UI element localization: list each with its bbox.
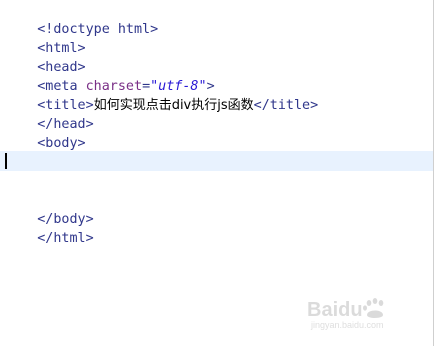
code-line-head-close[interactable]: </head> — [5, 96, 93, 132]
baidu-paw-icon: Baidu jingyan.baidu.com — [307, 298, 384, 330]
body-open-token: <body> — [37, 136, 86, 151]
current-line-highlight — [0, 151, 433, 171]
code-line-html-open[interactable]: <html> — [5, 20, 85, 56]
watermark-brand-text: Baidu — [307, 299, 363, 321]
title-close-token: </title> — [253, 98, 319, 113]
code-line-html-close[interactable]: </html> — [5, 210, 93, 246]
watermark-subtitle-text: jingyan.baidu.com — [310, 320, 384, 330]
code-editor[interactable]: <!doctype html> <html> <head> <meta char… — [0, 0, 434, 346]
baidu-watermark-logo: Baidu jingyan.baidu.com — [307, 296, 407, 332]
code-line-head-open[interactable]: <head> — [5, 39, 85, 75]
code-line-title[interactable]: <title>如何实现点击div执行js函数</title> — [5, 77, 318, 113]
code-line-meta[interactable]: <meta charset="utf-8"> — [5, 58, 214, 94]
code-line-doctype[interactable]: <!doctype html> — [5, 1, 158, 37]
title-text-token: 如何实现点击div执行js函数 — [93, 98, 254, 113]
code-line-body-open[interactable]: <body> — [5, 115, 85, 151]
html-close-token: </html> — [37, 231, 94, 246]
code-line-body-close[interactable]: </body> — [5, 191, 93, 227]
